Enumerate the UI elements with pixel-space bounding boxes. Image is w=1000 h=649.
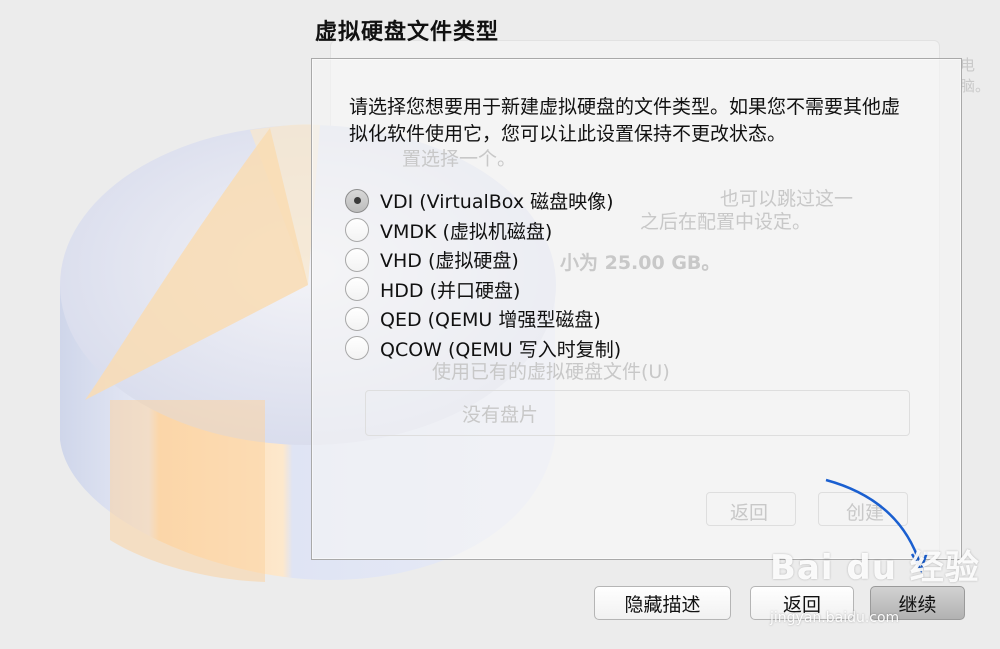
option-vhd[interactable]: VHD (虚拟硬盘) <box>345 245 621 275</box>
ghost-back-label: 返回 <box>730 502 769 524</box>
ghost-text-3: 之后在配置中设定。 <box>640 211 812 233</box>
option-label: QCOW (QEMU 写入时复制) <box>380 338 622 361</box>
hide-description-button[interactable]: 隐藏描述 <box>594 586 731 620</box>
radio-vhd[interactable] <box>345 247 369 272</box>
radio-qcow[interactable] <box>345 336 369 361</box>
option-label: QED (QEMU 增强型磁盘) <box>380 309 601 332</box>
option-vdi[interactable]: VDI (VirtualBox 磁盘映像) <box>345 186 621 216</box>
option-label: VHD (虚拟硬盘) <box>380 250 519 273</box>
ghost-text-6: 没有盘片 <box>462 404 539 426</box>
option-label: VDI (VirtualBox 磁盘映像) <box>380 191 614 214</box>
option-hdd[interactable]: HDD (并口硬盘) <box>345 275 621 305</box>
option-qed[interactable]: QED (QEMU 增强型磁盘) <box>345 304 621 334</box>
radio-qed[interactable] <box>345 306 369 331</box>
baidu-watermark-url: jingyan.baidu.com <box>770 610 900 626</box>
baidu-watermark: Bai du 经验 <box>770 548 980 588</box>
radio-hdd[interactable] <box>345 277 369 302</box>
option-qcow[interactable]: QCOW (QEMU 写入时复制) <box>345 334 621 364</box>
page-title: 虚拟硬盘文件类型 <box>315 20 500 45</box>
option-label: VMDK (虚拟机磁盘) <box>380 220 553 243</box>
ghost-disk-select <box>365 390 910 436</box>
radio-vdi[interactable] <box>345 188 369 213</box>
radio-vmdk[interactable] <box>345 218 369 243</box>
ghost-text-1: 置选择一个。 <box>402 148 517 170</box>
file-type-options: VDI (VirtualBox 磁盘映像) VMDK (虚拟机磁盘) VHD (… <box>345 186 621 363</box>
option-vmdk[interactable]: VMDK (虚拟机磁盘) <box>345 216 621 246</box>
background-window-text: 电脑。 <box>960 56 991 95</box>
option-label: HDD (并口硬盘) <box>380 279 521 302</box>
description-text: 请选择您想要用于新建虚拟硬盘的文件类型。如果您不需要其他虚拟化软件使用它，您可以… <box>349 96 901 145</box>
